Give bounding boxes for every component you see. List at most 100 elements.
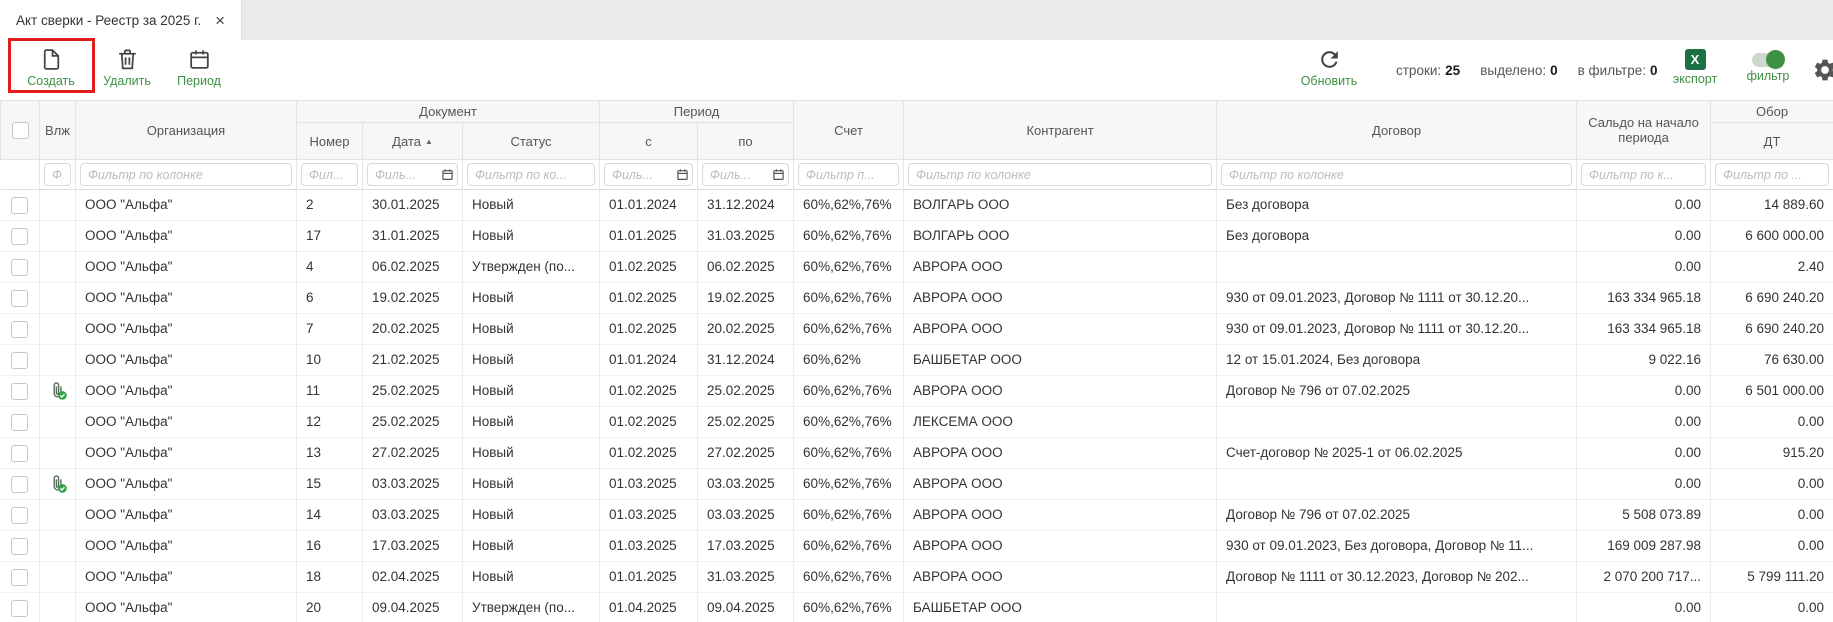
col-header-to[interactable]: по: [698, 123, 794, 160]
cell-status: Новый: [463, 283, 600, 314]
export-button[interactable]: X экспорт: [1666, 45, 1724, 97]
cell-period-from: 01.01.2024: [600, 190, 698, 221]
filter-input-dt[interactable]: [1715, 163, 1829, 186]
row-checkbox[interactable]: [11, 228, 28, 245]
sort-asc-icon: ▲: [425, 137, 433, 146]
cell-account: 60%,62%,76%: [794, 469, 904, 500]
col-header-from[interactable]: с: [600, 123, 698, 160]
cell-number: 14: [297, 500, 363, 531]
table-row[interactable]: ООО "Альфа" 17 31.01.2025 Новый 01.01.20…: [1, 221, 1833, 252]
calendar-icon[interactable]: [772, 168, 785, 181]
table-row[interactable]: ООО "Альфа" 15 03.03.2025 Новый 01.03.20…: [1, 469, 1833, 500]
tab-act-sverki[interactable]: Акт сверки - Реестр за 2025 г. ×: [0, 0, 242, 40]
row-checkbox-cell: [1, 252, 40, 283]
excel-icon: X: [1685, 49, 1706, 70]
row-checkbox[interactable]: [11, 445, 28, 462]
cell-dt: 2.40: [1711, 252, 1833, 283]
filter-input-contract[interactable]: [1221, 163, 1572, 186]
cell-period-to: 31.12.2024: [698, 345, 794, 376]
row-checkbox[interactable]: [11, 259, 28, 276]
col-header-counterparty[interactable]: Контрагент: [904, 101, 1217, 160]
settings-button[interactable]: [1812, 57, 1833, 83]
table-row[interactable]: ООО "Альфа" 10 21.02.2025 Новый 01.01.20…: [1, 345, 1833, 376]
filter-input-account[interactable]: [798, 163, 899, 186]
cell-counterparty: АВРОРА ООО: [904, 438, 1217, 469]
filter-toggle-icon[interactable]: [1752, 53, 1784, 67]
cell-dt: 5 799 111.20: [1711, 562, 1833, 593]
col-header-number[interactable]: Номер: [297, 123, 363, 160]
table-row[interactable]: ООО "Альфа" 6 19.02.2025 Новый 01.02.202…: [1, 283, 1833, 314]
filter-toggle-button[interactable]: фильтр: [1740, 45, 1796, 97]
col-header-dt[interactable]: ДТ: [1711, 123, 1833, 160]
filter-input-number[interactable]: [301, 163, 358, 186]
delete-button[interactable]: Удалить: [92, 45, 162, 97]
table-row[interactable]: ООО "Альфа" 2 30.01.2025 Новый 01.01.202…: [1, 190, 1833, 221]
cell-status: Утвержден (по...: [463, 252, 600, 283]
row-checkbox[interactable]: [11, 569, 28, 586]
row-checkbox[interactable]: [11, 600, 28, 617]
col-header-attach[interactable]: Влж: [40, 101, 76, 160]
calendar-icon[interactable]: [676, 168, 689, 181]
calendar-icon[interactable]: [441, 168, 454, 181]
col-header-account[interactable]: Счет: [794, 101, 904, 160]
attachment-icon[interactable]: [48, 381, 68, 401]
row-checkbox[interactable]: [11, 476, 28, 493]
attachment-cell: [40, 283, 76, 314]
row-checkbox[interactable]: [11, 321, 28, 338]
col-header-status[interactable]: Статус: [463, 123, 600, 160]
filter-input-status[interactable]: [467, 163, 595, 186]
select-all-checkbox[interactable]: [12, 122, 29, 139]
col-header-organization[interactable]: Организация: [76, 101, 297, 160]
tab-title: Акт сверки - Реестр за 2025 г.: [16, 13, 201, 28]
filter-cell-attach: [40, 160, 76, 190]
cell-period-from: 01.03.2025: [600, 531, 698, 562]
row-checkbox[interactable]: [11, 352, 28, 369]
period-button[interactable]: Период: [164, 45, 234, 97]
cell-dt: 0.00: [1711, 531, 1833, 562]
table-row[interactable]: ООО "Альфа" 11 25.02.2025 Новый 01.02.20…: [1, 376, 1833, 407]
cell-account: 60%,62%,76%: [794, 531, 904, 562]
cell-account: 60%,62%,76%: [794, 438, 904, 469]
tab-close-icon[interactable]: ×: [215, 12, 225, 29]
cell-account: 60%,62%,76%: [794, 407, 904, 438]
filter-input-attach[interactable]: [44, 163, 71, 186]
table-row[interactable]: ООО "Альфа" 4 06.02.2025 Утвержден (по..…: [1, 252, 1833, 283]
table-row[interactable]: ООО "Альфа" 13 27.02.2025 Новый 01.02.20…: [1, 438, 1833, 469]
row-checkbox[interactable]: [11, 290, 28, 307]
col-header-contract[interactable]: Договор: [1217, 101, 1577, 160]
cell-number: 11: [297, 376, 363, 407]
attachment-cell: [40, 190, 76, 221]
cell-organization: ООО "Альфа": [76, 252, 297, 283]
attachment-icon[interactable]: [48, 474, 68, 494]
cell-dt: 0.00: [1711, 593, 1833, 622]
attachment-cell: [40, 500, 76, 531]
col-header-date[interactable]: Дата▲: [363, 123, 463, 160]
filter-input-counterparty[interactable]: [908, 163, 1212, 186]
cell-contract: [1217, 252, 1577, 283]
cell-status: Новый: [463, 314, 600, 345]
refresh-button[interactable]: Обновить: [1294, 45, 1364, 97]
row-checkbox[interactable]: [11, 507, 28, 524]
app-window: Акт сверки - Реестр за 2025 г. × Создать…: [0, 0, 1833, 622]
filter-input-organization[interactable]: [80, 163, 292, 186]
table-row[interactable]: ООО "Альфа" 14 03.03.2025 Новый 01.03.20…: [1, 500, 1833, 531]
col-header-balance[interactable]: Сальдо на начало периода: [1577, 101, 1711, 160]
cell-period-to: 25.02.2025: [698, 376, 794, 407]
cell-contract: Договор № 1111 от 30.12.2023, Договор № …: [1217, 562, 1577, 593]
row-checkbox[interactable]: [11, 383, 28, 400]
row-checkbox[interactable]: [11, 538, 28, 555]
cell-contract: 930 от 09.01.2023, Без договора, Договор…: [1217, 531, 1577, 562]
create-button[interactable]: Создать: [16, 45, 86, 97]
attachment-cell: [40, 562, 76, 593]
cell-contract: 930 от 09.01.2023, Договор № 1111 от 30.…: [1217, 314, 1577, 345]
cell-date: 09.04.2025: [363, 593, 463, 622]
table-row[interactable]: ООО "Альфа" 7 20.02.2025 Новый 01.02.202…: [1, 314, 1833, 345]
filter-input-balance[interactable]: [1581, 163, 1706, 186]
row-checkbox[interactable]: [11, 197, 28, 214]
table-row[interactable]: ООО "Альфа" 16 17.03.2025 Новый 01.03.20…: [1, 531, 1833, 562]
row-checkbox[interactable]: [11, 414, 28, 431]
table-row[interactable]: ООО "Альфа" 20 09.04.2025 Утвержден (по.…: [1, 593, 1833, 622]
table-row[interactable]: ООО "Альфа" 18 02.04.2025 Новый 01.01.20…: [1, 562, 1833, 593]
table-row[interactable]: ООО "Альфа" 12 25.02.2025 Новый 01.02.20…: [1, 407, 1833, 438]
cell-number: 4: [297, 252, 363, 283]
